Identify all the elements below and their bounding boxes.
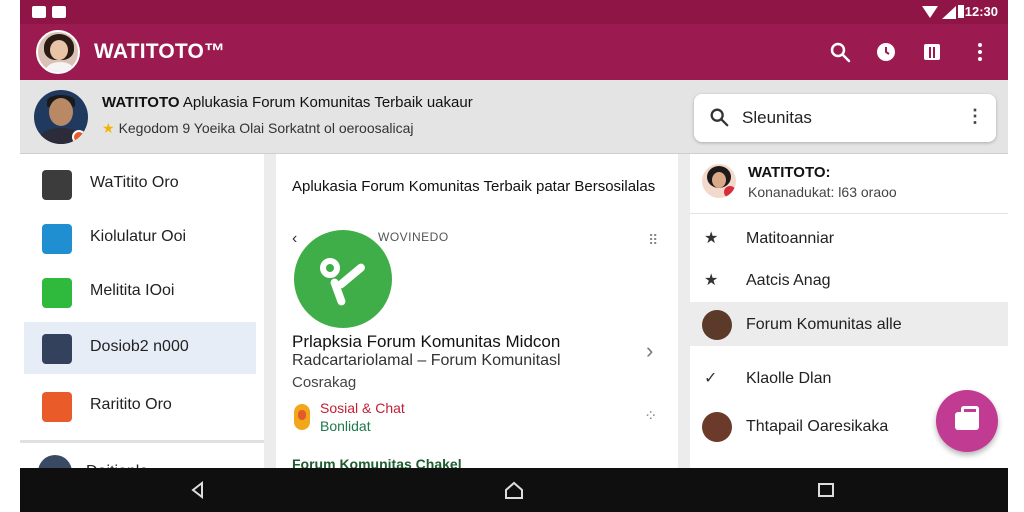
app-description: Radcartariolamal – Forum Komunitasl [292, 352, 561, 369]
wifi-icon [922, 6, 938, 18]
panel-row-label: Klaolle Dlan [746, 370, 832, 387]
app-description-2: Cosrakag [292, 374, 357, 391]
panel-row-label: Forum Komunitas alle [746, 316, 902, 333]
star-icon: ★ [704, 230, 719, 247]
back-icon[interactable]: ‹ [292, 230, 297, 248]
profile-header: WATITOTO Aplukasia Forum Komunitas Terba… [20, 80, 1008, 154]
search-icon [710, 108, 729, 127]
panel-header[interactable]: WATITOTO: Konanadukat: l63 oraoo [690, 154, 1008, 214]
sidebar-item-4[interactable]: Dosiob2 n000 [24, 322, 256, 374]
panel-row-label: Aatcis Anag [746, 272, 831, 289]
sidebar-item-1[interactable]: WaTitito Oro [24, 158, 256, 210]
panel-row-1[interactable]: ★ Matitoanniar [690, 216, 1008, 260]
more-vert-icon[interactable] [968, 40, 992, 64]
image-notification-icon [52, 6, 66, 18]
sidebar: WaTitito Oro Kiolulatur Ooi Melitita IOo… [20, 154, 264, 489]
camera-icon [42, 334, 72, 364]
panel-row-3[interactable]: Forum Komunitas alle [690, 302, 1008, 346]
panel-row-label: Thtapail Oaresikaka [746, 418, 889, 435]
user-avatar[interactable] [34, 90, 88, 144]
header-subtitle: ★ Kegodom 9 Yoeika Olai Sorkatnt ol oeroo… [102, 120, 414, 137]
app-frame: 12:30 WATITOTO™ WATITOTO Aplukasia Forum… [20, 0, 1008, 512]
header-subtitle-text: Kegodom 9 Yoeika Olai Sorkatnt ol oeroos… [118, 120, 414, 136]
sidebar-item-5[interactable]: Raritito Oro [24, 380, 256, 432]
battery-icon [958, 5, 964, 18]
app-title: WATITOTO™ [94, 40, 226, 63]
app-bar: WATITOTO™ [20, 24, 1008, 80]
header-title: WATITOTO Aplukasia Forum Komunitas Terba… [102, 94, 473, 111]
sidebar-item-label: Kiolulatur Ooi [90, 228, 187, 245]
panel-subtitle: Konanadukat: l63 oraoo [748, 184, 897, 200]
profile-avatar[interactable] [36, 30, 80, 74]
folder-icon [42, 170, 72, 200]
check-icon: ✓ [704, 370, 718, 387]
sidebar-item-3[interactable]: Melitita IOoi [24, 266, 256, 318]
panel-avatar [702, 164, 736, 198]
card-title: Aplukasia Forum Komunitas Terbaik patar … [292, 178, 656, 195]
app-detail-card: Aplukasia Forum Komunitas Terbaik patar … [276, 154, 678, 472]
notification-icon [32, 6, 46, 18]
sidebar-item-label: Dosiob2 n000 [90, 338, 189, 355]
signal-icon [942, 6, 956, 19]
search-icon[interactable] [828, 40, 852, 64]
category-icon [294, 404, 310, 430]
category-label-2: Bonlidat [320, 418, 371, 434]
cloud-icon [42, 224, 72, 254]
book-icon[interactable] [920, 40, 944, 64]
chat-icon [42, 278, 72, 308]
status-bar: 12:30 [20, 0, 1008, 24]
share-icon[interactable]: ⁘ [644, 406, 657, 426]
header-title-text: Aplukasia Forum Komunitas Terbaik uakaur [182, 94, 473, 111]
clock: 12:30 [964, 4, 998, 19]
drag-handle-icon[interactable]: ⠿ [648, 232, 658, 249]
sidebar-item-label: Raritito Oro [90, 396, 172, 413]
panel-row-label: Matitoanniar [746, 230, 835, 247]
flag-icon [42, 392, 72, 422]
star-icon: ★ [704, 272, 719, 289]
panel-title: WATITOTO: [748, 164, 831, 181]
group-avatar [702, 310, 732, 340]
back-nav-icon[interactable] [186, 478, 210, 502]
sidebar-item-label: Melitita IOoi [90, 282, 175, 299]
home-nav-icon[interactable] [502, 478, 526, 502]
fab-button[interactable] [936, 390, 998, 452]
category-label: Sosial & Chat [320, 400, 405, 416]
search-more-icon[interactable]: ⋮ [966, 106, 984, 127]
star-icon: ★ [102, 120, 115, 136]
navigation-bar [20, 468, 1008, 512]
clock-icon[interactable] [874, 40, 898, 64]
user-avatar [702, 412, 732, 442]
sidebar-item-label: WaTitito Oro [90, 174, 179, 191]
app-name: Prlapksia Forum Komunitas Midcon [292, 332, 561, 351]
search-box[interactable]: ⋮ [694, 94, 996, 142]
briefcase-icon [955, 406, 979, 430]
header-title-brand: WATITOTO [102, 94, 180, 111]
app-logo [294, 230, 392, 328]
panel-row-2[interactable]: ★ Aatcis Anag [690, 258, 1008, 302]
card-label: WOVINEDO [378, 230, 449, 244]
recents-nav-icon[interactable] [814, 478, 838, 502]
search-input[interactable] [742, 106, 942, 130]
chevron-right-icon[interactable]: › [646, 338, 653, 364]
sidebar-item-2[interactable]: Kiolulatur Ooi [24, 212, 256, 264]
